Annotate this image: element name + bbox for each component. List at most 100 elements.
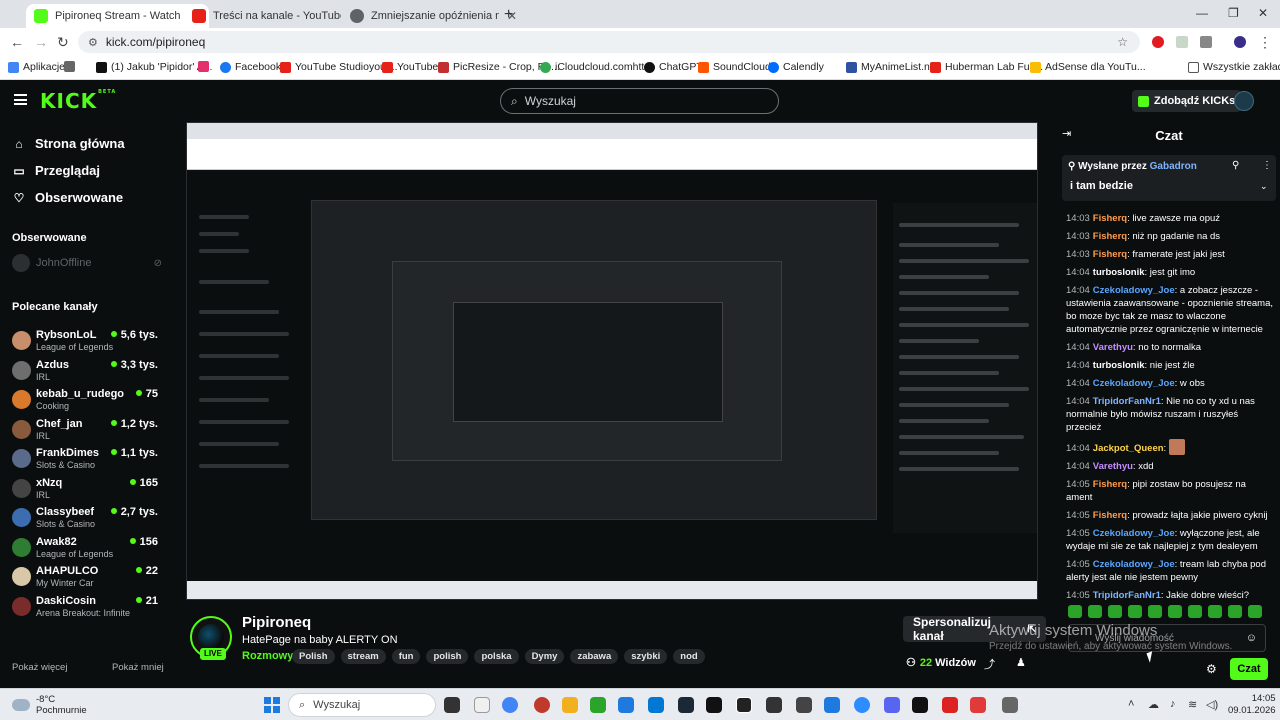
extension-icon[interactable] <box>1152 36 1164 48</box>
reload-icon[interactable]: ↻ <box>57 34 69 51</box>
steam-icon[interactable] <box>678 697 694 713</box>
app-icon[interactable] <box>824 697 840 713</box>
emote-icon[interactable] <box>1128 605 1142 618</box>
windows-start-icon[interactable] <box>264 697 280 713</box>
message-user[interactable]: Fisherq <box>1093 249 1127 260</box>
streamer-name[interactable]: Pipironeq <box>242 614 311 631</box>
extensions-puzzle-icon[interactable] <box>1200 36 1212 48</box>
nav-following[interactable]: ♡ Obserwowane <box>12 190 124 205</box>
stream-tag[interactable]: nod <box>673 649 705 664</box>
bookmark-icloud[interactable]: iCloudcloud.comhtt... <box>540 61 653 73</box>
bookmark-chatgpt[interactable]: ChatGPT <box>644 61 703 73</box>
obs-icon[interactable] <box>736 697 752 713</box>
minimize-icon[interactable]: — <box>1196 6 1208 20</box>
get-kicks-button[interactable]: Zdobądź KICKs <box>1132 90 1242 112</box>
message-user[interactable]: Varethyu <box>1093 342 1133 353</box>
volume-icon[interactable]: ◁) <box>1206 698 1218 711</box>
hamburger-menu-icon[interactable] <box>14 94 27 105</box>
emoji-icon[interactable]: ☺ <box>1246 632 1257 644</box>
emote-icon[interactable] <box>1248 605 1262 618</box>
cloud-sync-icon[interactable]: ☁ <box>1148 698 1159 711</box>
close-window-icon[interactable]: ✕ <box>1258 6 1268 20</box>
site-info-icon[interactable]: ⚙ <box>88 36 98 49</box>
browser-menu-icon[interactable]: ⋮ <box>1258 34 1272 51</box>
stream-tag[interactable]: szybki <box>624 649 668 664</box>
chrome-icon[interactable] <box>502 697 518 713</box>
message-user[interactable]: turboslonik <box>1093 360 1145 371</box>
sidebar-channel[interactable]: RybsonLoL League of Legends 5,6 tys. <box>12 327 162 356</box>
stream-tag[interactable]: stream <box>340 649 386 664</box>
message-user[interactable]: Fisherq <box>1093 213 1127 224</box>
profile-avatar-icon[interactable] <box>1234 36 1246 48</box>
emote-icon[interactable] <box>1108 605 1122 618</box>
microphone-icon[interactable]: ♪ <box>1170 698 1176 710</box>
sidebar-channel[interactable]: Awak82 League of Legends 156 <box>12 534 162 563</box>
message-user[interactable]: Jackpot_Queen <box>1093 443 1164 454</box>
system-clock[interactable]: 14:05 09.01.2026 <box>1228 693 1276 717</box>
emote-icon[interactable] <box>1148 605 1162 618</box>
all-bookmarks-folder[interactable]: Wszystkie zakładki <box>1188 61 1280 73</box>
maximize-icon[interactable]: ❐ <box>1228 6 1239 20</box>
sidebar-channel[interactable]: Azdus IRL 3,3 tys. <box>12 357 162 386</box>
message-user[interactable]: Fisherq <box>1093 479 1127 490</box>
bookmark-myanimelist[interactable]: MyAnimeList.net <box>846 61 939 73</box>
emote-icon[interactable] <box>1188 605 1202 618</box>
bookmark-youtube-studio[interactable]: YouTube Studioyout... <box>280 61 398 73</box>
chevron-down-icon[interactable]: ⌄ <box>1260 181 1268 192</box>
app-icon[interactable] <box>706 697 722 713</box>
wifi-icon[interactable]: ≋ <box>1188 698 1197 711</box>
bookmark-adsense[interactable]: AdSense dla YouTu... <box>1030 61 1146 73</box>
emote-icon[interactable] <box>1068 605 1082 618</box>
app-icon[interactable] <box>796 697 812 713</box>
sidebar-channel[interactable]: DaskiCosin Arena Breakout: Infinite 21 <box>12 593 162 622</box>
share-icon[interactable]: ⤴ <box>984 656 995 672</box>
app-icon[interactable] <box>1002 697 1018 713</box>
stream-tag[interactable]: zabawa <box>570 649 619 664</box>
bookmark-calendly[interactable]: Calendly <box>768 61 824 73</box>
folder-icon[interactable] <box>562 697 578 713</box>
file-icon[interactable] <box>474 697 490 713</box>
sidebar-channel[interactable]: xNzq IRL 165 <box>12 475 162 504</box>
sidebar-channel[interactable]: AHAPULCO My Winter Car 22 <box>12 563 162 592</box>
browser-tab-kick-latency[interactable]: Zmniejszanie opóźnienia na Kick ✕ <box>342 4 525 28</box>
app-icon[interactable] <box>766 697 782 713</box>
stream-tag[interactable]: Polish <box>292 649 335 664</box>
zoom-icon[interactable] <box>854 697 870 713</box>
gear-icon[interactable]: ⚙ <box>1206 662 1217 676</box>
kick-logo[interactable]: KICKBETA <box>40 89 116 113</box>
sidebar-channel[interactable]: Chef_jan IRL 1,2 tys. <box>12 416 162 445</box>
search-input[interactable]: ⌕ Wyszukaj <box>500 88 779 114</box>
more-options-icon[interactable]: ⋮ <box>1262 160 1272 171</box>
bookmark-apps[interactable]: Aplikacje <box>8 61 65 73</box>
bookmark-instagram[interactable] <box>198 61 213 72</box>
app-icon[interactable] <box>942 697 958 713</box>
emote-icon[interactable] <box>1208 605 1222 618</box>
message-user[interactable]: TripidorFanNr1 <box>1093 396 1161 407</box>
app-icon[interactable] <box>590 697 606 713</box>
app-icon[interactable] <box>912 697 928 713</box>
chevron-up-icon[interactable]: ˄ <box>1128 698 1134 710</box>
show-less-link[interactable]: Pokaż mniej <box>112 662 164 673</box>
bookmark-facebook[interactable]: Facebook <box>220 61 281 73</box>
emote-icon[interactable] <box>1228 605 1242 618</box>
app-icon[interactable] <box>970 697 986 713</box>
message-user[interactable]: TripidorFanNr1 <box>1093 590 1161 601</box>
bookmark-grid[interactable] <box>64 61 79 72</box>
back-arrow-icon[interactable]: ← <box>10 34 24 50</box>
bookmark-star-icon[interactable]: ☆ <box>1117 35 1128 49</box>
app-icon[interactable] <box>618 697 634 713</box>
sidebar-channel[interactable]: kebab_u_rudego Cooking 75 <box>12 386 162 415</box>
stream-tag[interactable]: Dymy <box>524 649 565 664</box>
user-avatar[interactable] <box>1234 91 1254 111</box>
message-user[interactable]: Czekoladowy_Joe <box>1093 285 1175 296</box>
taskbar-search[interactable]: ⌕ Wyszukaj <box>288 693 436 717</box>
emote-icon[interactable] <box>1168 605 1182 618</box>
bookmark-x[interactable]: (1) Jakub 'Pipidor' A... <box>96 61 212 73</box>
stream-category[interactable]: Rozmowy <box>242 650 293 662</box>
stream-tag[interactable]: polish <box>426 649 469 664</box>
message-user[interactable]: turboslonik <box>1093 267 1145 278</box>
address-bar[interactable]: ⚙ kick.com/pipironeq ☆ <box>78 31 1140 53</box>
sidebar-channel[interactable]: Classybeef Slots & Casino 2,7 tys. <box>12 504 162 533</box>
outlook-icon[interactable] <box>648 697 664 713</box>
message-user[interactable]: Czekoladowy_Joe <box>1093 559 1175 570</box>
